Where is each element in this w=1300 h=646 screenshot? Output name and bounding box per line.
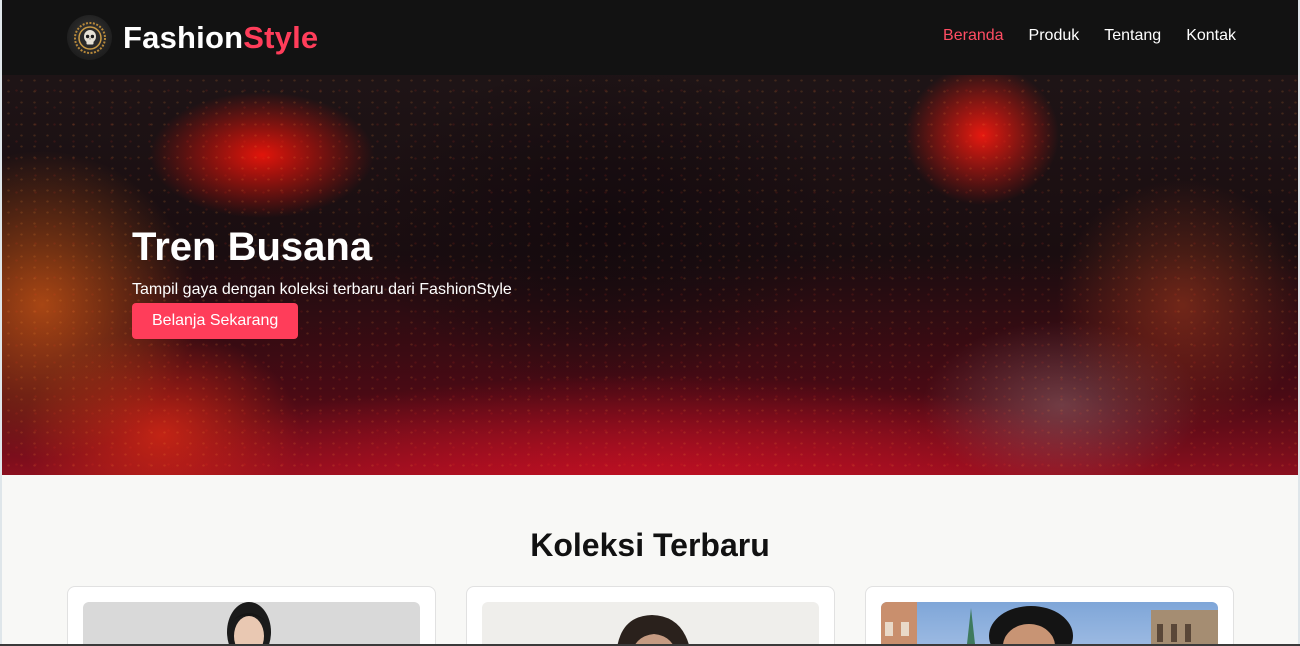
brand-main: Fashion xyxy=(123,19,244,55)
nav-link-tentang[interactable]: Tentang xyxy=(1104,27,1161,45)
hero-subtitle: Tampil gaya dengan koleksi terbaru dari … xyxy=(132,281,512,298)
hero-title: Tren Busana xyxy=(132,225,373,269)
collection-title: Koleksi Terbaru xyxy=(530,527,770,563)
skull-emblem-icon xyxy=(67,15,112,60)
navbar: FashionStyle Beranda Produk Tentang Kont… xyxy=(2,0,1298,75)
brand-accent: Style xyxy=(243,19,319,55)
nav-link-beranda[interactable]: Beranda xyxy=(943,27,1004,45)
nav-links: Beranda Produk Tentang Kontak xyxy=(943,27,1236,45)
product-card[interactable] xyxy=(865,586,1234,644)
product-image xyxy=(83,602,420,644)
product-image xyxy=(482,602,819,644)
product-card[interactable] xyxy=(67,586,436,644)
logo-link[interactable]: FashionStyle xyxy=(67,15,318,60)
page: FashionStyle Beranda Produk Tentang Kont… xyxy=(2,0,1298,644)
product-image xyxy=(881,602,1218,644)
brand-name: FashionStyle xyxy=(123,20,318,56)
nav-link-kontak[interactable]: Kontak xyxy=(1186,27,1236,45)
hero-banner: Tren Busana Tampil gaya dengan koleksi t… xyxy=(2,75,1298,475)
nav-link-produk[interactable]: Produk xyxy=(1029,27,1080,45)
product-card[interactable] xyxy=(466,586,835,644)
hero-content: Tren Busana Tampil gaya dengan koleksi t… xyxy=(132,225,512,339)
shop-now-button[interactable]: Belanja Sekarang xyxy=(132,303,299,339)
